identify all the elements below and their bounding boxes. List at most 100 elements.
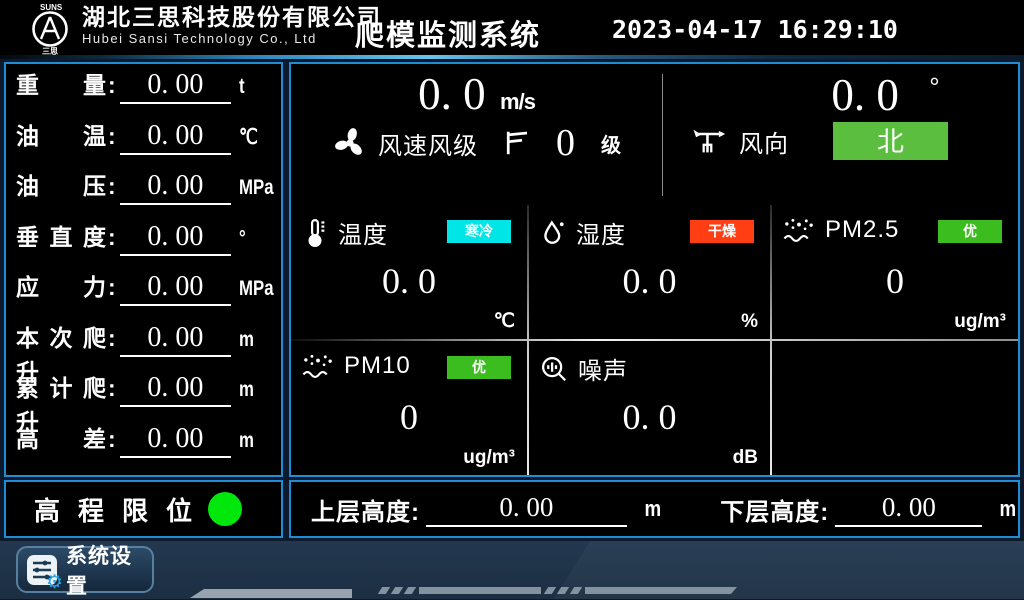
upper-height-label: 上层高度: — [311, 492, 420, 527]
fan-icon — [332, 125, 368, 161]
thermometer-icon — [301, 217, 329, 249]
metric-label: 油压 — [16, 167, 106, 201]
water-drop-icon — [539, 218, 567, 248]
wind-speed-value: 0. 0 — [418, 69, 486, 119]
svg-text:SUNS: SUNS — [40, 3, 63, 12]
status-badge: 优 — [447, 356, 511, 379]
sensor-label: PM2.5 — [825, 216, 899, 244]
metric-unit: m — [239, 429, 266, 453]
wind-level-flag-icon — [502, 128, 532, 158]
metric-row-verticality: 垂直度: 0. 00 ° — [6, 218, 281, 269]
metric-colon: : — [108, 173, 116, 200]
sensor-label: PM10 — [344, 352, 411, 380]
sensor-cell-humidity: 湿度 干燥 0. 0 % — [529, 205, 770, 339]
header-divider — [0, 55, 1024, 59]
metric-value: 0. 00 — [120, 118, 231, 155]
metric-value: 0. 00 — [120, 269, 231, 306]
taskbar-wedge — [190, 589, 352, 598]
elevation-limit-box: 高程限位 — [4, 480, 283, 538]
company-logo-icon: SUNS 三思 — [26, 2, 76, 54]
lower-height-value: 0. 00 — [835, 491, 982, 527]
sensor-value: 0 — [772, 260, 1018, 302]
elevation-limit-label: 高程限位 — [34, 491, 192, 528]
sensor-value: 0 — [291, 396, 527, 438]
sensor-cell-temperature: 温度 寒冷 0. 0 ℃ — [291, 205, 527, 339]
metric-value: 0. 00 — [120, 168, 231, 205]
lower-height-unit: m — [1000, 496, 1017, 522]
metric-colon: : — [108, 274, 116, 301]
header: SUNS 三思 湖北三思科技股份有限公司 Hubei Sansi Technol… — [0, 0, 1024, 55]
metric-value: 0. 00 — [120, 421, 231, 458]
page-title: 爬模监测系统 — [355, 12, 541, 54]
metric-colon: : — [108, 123, 116, 150]
sensor-unit: ug/m³ — [954, 311, 1006, 333]
metric-unit: ℃ — [239, 125, 266, 150]
wind-row: 0. 0 m/s 风速风级 — [291, 64, 1018, 204]
company-name-en: Hubei Sansi Technology Co., Ltd — [82, 30, 382, 47]
status-badge: 优 — [938, 220, 1002, 243]
dust-icon — [782, 215, 816, 245]
wind-speed-section: 0. 0 m/s 风速风级 — [291, 64, 662, 204]
metric-colon: : — [108, 72, 116, 99]
metric-row-weight: 重量: 0. 00 t — [6, 66, 281, 117]
metric-row-oil-temp: 油温: 0. 00 ℃ — [6, 117, 281, 168]
status-badge: 寒冷 — [447, 220, 511, 243]
system-settings-button[interactable]: ⚙ 系统设置 — [16, 546, 154, 593]
metric-colon: : — [108, 224, 116, 251]
sensor-label: 噪声 — [578, 351, 628, 386]
upper-height-unit: m — [644, 496, 661, 522]
sensor-unit: ug/m³ — [463, 447, 515, 469]
metric-colon: : — [108, 426, 116, 453]
sensor-cell-pm25: PM2.5 优 0 ug/m³ — [772, 205, 1018, 339]
settings-button-label: 系统设置 — [66, 540, 144, 600]
wind-direction-section: 0. 0 ° 风向 北 — [663, 64, 1018, 204]
upper-height-value: 0. 00 — [426, 491, 627, 527]
metric-label: 油温 — [16, 117, 106, 151]
sensor-unit: dB — [733, 447, 758, 469]
metric-row-total-climb: 累计爬升: 0. 00 m — [6, 369, 281, 420]
metric-label: 应力 — [16, 268, 106, 302]
metric-unit: MPa — [239, 277, 266, 301]
lower-height-label: 下层高度: — [720, 492, 829, 527]
metric-label: 重量 — [16, 66, 106, 100]
metric-row-stress: 应力: 0. 00 MPa — [6, 268, 281, 319]
metric-colon: : — [108, 325, 116, 352]
sensor-label: 湿度 — [576, 215, 626, 250]
metric-value: 0. 00 — [120, 219, 231, 256]
company-name-cn: 湖北三思科技股份有限公司 — [82, 5, 382, 30]
elevation-limit-indicator — [208, 492, 242, 526]
metric-label: 高差 — [16, 420, 106, 454]
wind-level-unit: 级 — [601, 129, 621, 158]
sensor-label: 温度 — [338, 215, 388, 250]
metric-unit: m — [239, 328, 266, 352]
heights-box: 上层高度: 0. 00 m 下层高度: 0. 00 m — [289, 480, 1020, 538]
sensor-value: 0. 0 — [529, 396, 770, 438]
datetime-display: 2023-04-17 16:29:10 — [612, 15, 898, 44]
wind-direction-reading[interactable]: 北 — [833, 122, 948, 160]
taskbar-stripes — [380, 587, 737, 594]
sensor-cell-pm10: PM10 优 0 ug/m³ — [291, 341, 527, 475]
metric-row-height-diff: 高差: 0. 00 m — [6, 420, 281, 471]
sensor-value: 0. 0 — [291, 260, 527, 302]
metrics-sidebar: 重量: 0. 00 t 油温: 0. 00 ℃ 油压: 0. 00 MPa 垂直… — [4, 62, 283, 477]
company-name: 湖北三思科技股份有限公司 Hubei Sansi Technology Co.,… — [82, 5, 382, 47]
metric-value: 0. 00 — [120, 67, 231, 104]
sensor-unit: ℃ — [494, 310, 515, 333]
metric-unit: ° — [239, 227, 266, 251]
environment-panel: 0. 0 m/s 风速风级 — [289, 62, 1020, 477]
taskbar: ⚙ 系统设置 — [0, 541, 1024, 599]
wind-direction-value: 0. 0 — [831, 70, 899, 120]
sensor-cell-noise: 噪声 0. 0 dB — [529, 341, 770, 475]
sensor-unit: % — [741, 311, 758, 333]
metric-unit: t — [239, 75, 266, 99]
metric-row-oil-pressure: 油压: 0. 00 MPa — [6, 167, 281, 218]
wind-speed-label: 风速风级 — [378, 126, 478, 161]
metric-unit: m — [239, 378, 266, 402]
metric-value: 0. 00 — [120, 320, 231, 357]
dust-icon — [301, 351, 335, 381]
noise-icon — [539, 354, 569, 384]
wind-vane-icon — [691, 125, 729, 157]
sensor-value: 0. 0 — [529, 260, 770, 302]
status-badge: 干燥 — [690, 220, 754, 243]
wind-direction-unit: ° — [929, 72, 939, 102]
